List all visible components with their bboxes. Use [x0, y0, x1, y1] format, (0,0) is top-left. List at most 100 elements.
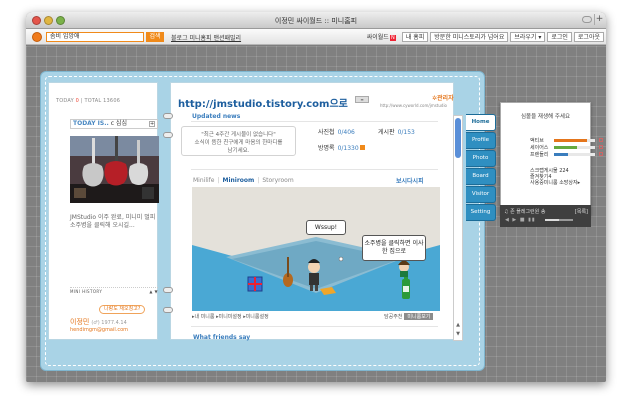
stat-bar-label: 프렌들리	[530, 152, 549, 158]
tab-setting[interactable]: Setting	[466, 204, 496, 221]
history-arrows[interactable]: ▲ ▼	[149, 289, 158, 294]
url-copy-button[interactable]: ≡	[355, 96, 369, 103]
stat-label: 사진첩	[318, 129, 335, 136]
owner-name[interactable]: 이정민 (♂) 1977.4.14	[70, 317, 127, 327]
stat-value: 0/1330	[337, 145, 359, 152]
login-button[interactable]: 로그인	[547, 32, 572, 42]
updated-news-title: Updated news	[192, 113, 241, 120]
bgm-controls[interactable]: ◀ ▶ ■ ▮▮	[505, 217, 536, 223]
expand-icon[interactable]: +	[149, 121, 155, 127]
tab-profile[interactable]: Profile	[466, 132, 496, 149]
symbol-panel: 심볼을 재생해 주세요	[500, 102, 591, 216]
today-is-value: c 심심	[110, 120, 127, 127]
search-input[interactable]: 솜비 입앙애	[46, 32, 144, 42]
browse-dropdown[interactable]: 브라우기 ▾	[510, 32, 546, 42]
stat-bar-label: 세이어스	[530, 145, 549, 151]
title-bar: 이정민 싸이월드 :: 미니홈피 +	[26, 12, 606, 29]
new-badge-icon: N	[389, 34, 396, 41]
content-scrollbar[interactable]: ▲ ▼	[453, 115, 463, 341]
new-tab-icon[interactable]: +	[594, 14, 604, 25]
bgm-player: ♫ 존 플레그런원 송 [목록] ◀ ▶ ■ ▮▮	[500, 205, 591, 227]
miniroom-view-button[interactable]: 미니룸보기	[404, 313, 434, 320]
cyworld-toolbar: 솜비 입앙애 검색 블로그 미니홈피 맨션패밀리 싸이월드 N 내 홈피 방문한 …	[26, 29, 606, 45]
minihome-url[interactable]: http://jmstudio.tistory.com으로	[178, 95, 348, 110]
owner-name-text: 이정민	[70, 318, 90, 326]
admin-label: 관리자	[437, 95, 454, 102]
browser-window: 이정민 싸이월드 :: 미니홈피 + 솜비 입앙애 검색 블로그 미니홈피 맨션…	[26, 12, 606, 382]
new-icon	[359, 145, 365, 150]
stat-label: 방명록	[318, 145, 335, 152]
stat-bar	[554, 153, 595, 156]
myhome-button[interactable]: 내 홈피	[401, 32, 429, 42]
cyworld-button[interactable]: 싸이월드 N	[363, 32, 400, 42]
scroll-up-icon[interactable]: ▲	[454, 322, 462, 330]
stat-bar	[554, 139, 595, 142]
story-button[interactable]: 방문한 미니스토리가 넘어요	[430, 32, 509, 42]
today-is-box[interactable]: TODAY IS.. c 심심 +	[70, 119, 158, 129]
bar-end-icon	[599, 152, 603, 156]
tab-board[interactable]: Board	[466, 168, 496, 185]
cyworld-label: 싸이월드	[366, 34, 389, 41]
tab-visitor[interactable]: Visitor	[466, 186, 496, 203]
stat-photo[interactable]: 사진첩 0/406	[318, 127, 355, 136]
bgm-list-button[interactable]: [목록]	[575, 208, 588, 215]
today-count: 0	[75, 98, 80, 104]
bgm-header: ♫ 존 플레그런원 송 [목록]	[504, 208, 588, 215]
page-canvas: TODAY 0 | TOTAL 13606 TODAY IS.. c 심심 +	[26, 46, 606, 382]
speech-bubble-wassup: Wssup!	[306, 220, 346, 235]
miniroom-scene[interactable]: Wssup! 소주병을 클릭하면 이사한 집으로	[192, 187, 440, 311]
tab-home[interactable]: Home	[466, 114, 496, 131]
search-button[interactable]: 검색	[146, 32, 164, 42]
history-label: MINI HISTORY	[70, 289, 103, 294]
miniroom-title: 보시다시피	[396, 178, 424, 185]
owner-info: (♂) 1977.4.14	[91, 320, 127, 326]
stat-bar	[554, 146, 595, 149]
scroll-thumb[interactable]	[455, 118, 461, 158]
tab-photo[interactable]: Photo	[466, 150, 496, 167]
mini-history[interactable]: MINI HISTORY ▲ ▼	[70, 287, 158, 294]
binder-ring	[163, 113, 173, 119]
stat-label: 게시판	[378, 129, 395, 136]
binder-ring	[163, 287, 173, 293]
cyworld-logo-icon	[32, 32, 42, 42]
scroll-down-icon[interactable]: ▼	[454, 331, 462, 339]
friends-say-title: What friends say	[193, 334, 251, 341]
stat-board[interactable]: 게시판 0/153	[378, 127, 415, 136]
slogan-badge[interactable]: 나랑도 재오칭고?	[99, 305, 146, 314]
today-label: TODAY	[56, 98, 74, 104]
notice-text: "최근 4주간 게시물이 없습니다" 소식이 뜸한 친구에게 마음의 한마디를 …	[194, 132, 283, 154]
miniroom-using[interactable]: 사용중미니룸 소망상자▸	[530, 180, 580, 186]
visit-counter: TODAY 0 | TOTAL 13606	[56, 98, 121, 104]
tab-storyroom[interactable]: Storyroom	[262, 177, 293, 184]
today-is-label: TODAY IS..	[73, 120, 109, 127]
tab-minilife[interactable]: Minilife	[193, 177, 214, 184]
divider	[191, 121, 438, 122]
volume-slider[interactable]	[545, 219, 573, 221]
bgm-track: ♫ 존 플레그런원 송	[504, 209, 546, 215]
speech-bubble-click: 소주병을 클릭하면 이사한 집으로	[362, 235, 426, 261]
miniroom-tabs: Minilife | Miniroom | Storyroom	[193, 177, 294, 184]
toolbar-toggle-button[interactable]	[582, 16, 592, 23]
owner-email[interactable]: hendimgm@gmail.com	[70, 327, 128, 333]
stat-guestbook[interactable]: 방명록 0/1330	[318, 143, 365, 152]
bar-end-icon	[599, 145, 603, 149]
guitars-photo	[70, 136, 159, 203]
binder-ring	[163, 307, 173, 313]
window-title: 이정민 싸이월드 :: 미니홈피	[274, 17, 358, 25]
admin-link[interactable]: ✲관리자	[432, 93, 454, 102]
cyworld-url[interactable]: http://www.cyworld.com/jmstudio	[380, 103, 447, 108]
miniroom-status: 담공주천	[384, 314, 403, 320]
stat-value: 0/153	[397, 129, 415, 136]
notice-box: "최근 4주간 게시물이 없습니다" 소식이 뜸한 친구에게 마음의 한마디를 …	[181, 126, 296, 156]
toolbar-link[interactable]: 블로그 미니홈피 맨션패밀리	[171, 33, 241, 42]
logout-button[interactable]: 로그아웃	[573, 32, 604, 42]
bar-end-icon	[599, 138, 603, 142]
tab-miniroom[interactable]: Miniroom	[222, 177, 254, 184]
total-label: TOTAL	[84, 98, 102, 104]
binder-ring	[163, 132, 173, 138]
miniroom-right-actions: 담공주천 미니룸보기	[384, 313, 434, 320]
panel-lines: 스크랩게시물 224 즐겨찾기4 사용중미니룸 소망상자▸	[530, 168, 580, 186]
stat-bar-label: 액티브	[530, 138, 544, 144]
profile-photo[interactable]	[70, 136, 159, 203]
miniroom-links[interactable]: ▸내 미니룸 ▸미니미설정 ▸미니룸설정	[192, 313, 269, 320]
